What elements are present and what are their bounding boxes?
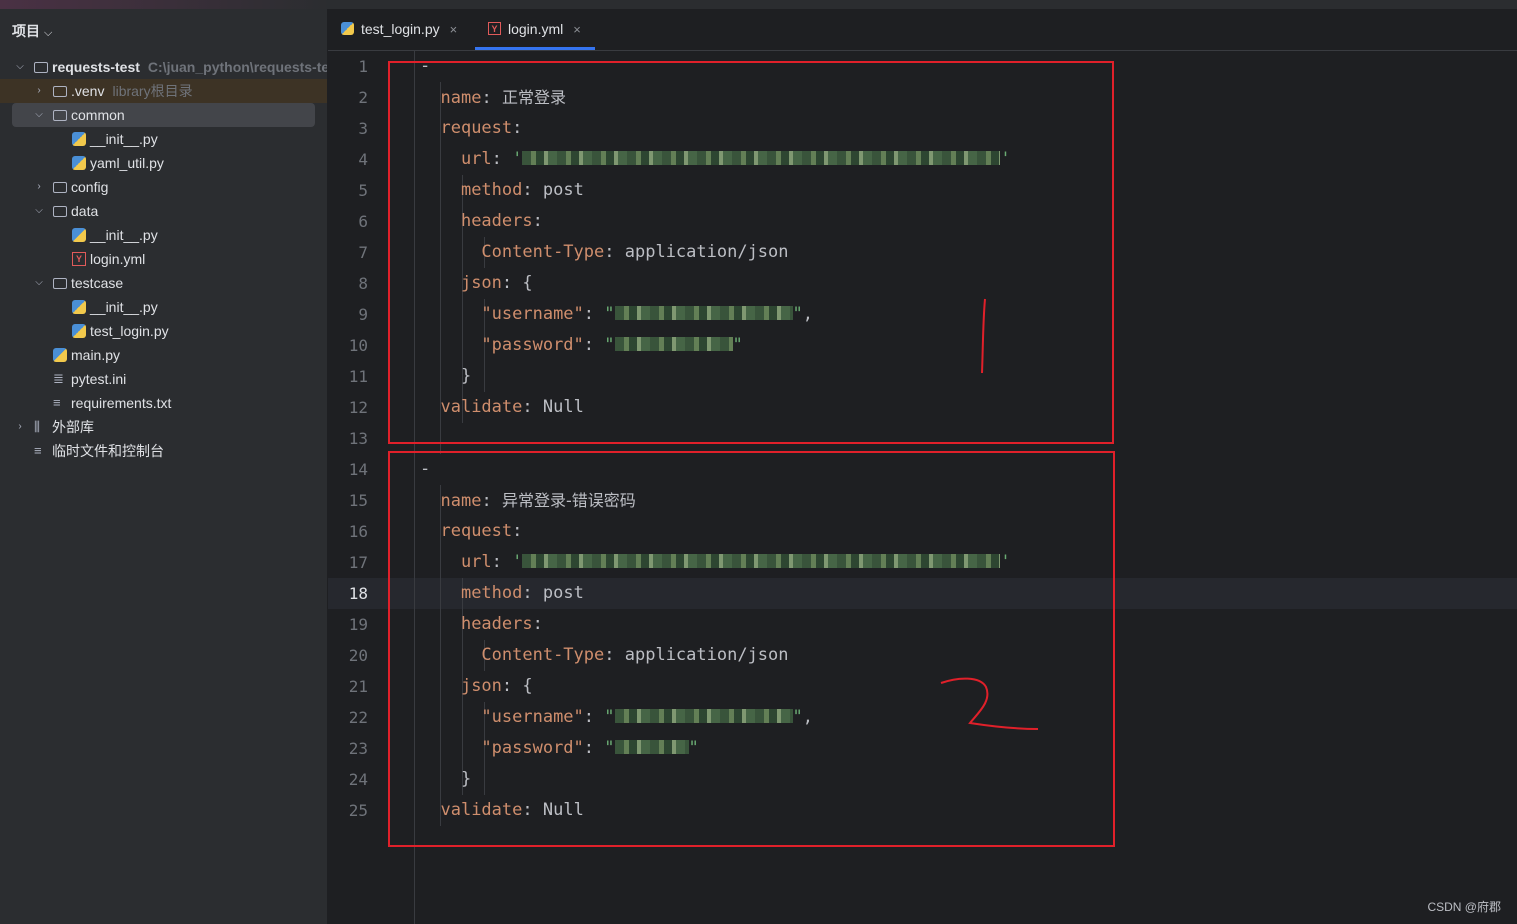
library-icon: ⫼: [34, 419, 40, 434]
settings-file-icon: ≣: [53, 371, 64, 386]
chevron-down-icon: ⌵: [44, 27, 53, 39]
tab-label: test_login.py: [361, 21, 440, 37]
close-icon[interactable]: ×: [573, 22, 581, 37]
scratches-console-icon: ≡: [34, 443, 42, 458]
folder-icon: [53, 86, 67, 97]
library-root-hint: library根目录: [112, 83, 193, 99]
project-sidebar: 项目 ⌵ ⌵ requests-test C:\juan_python\reques…: [0, 9, 328, 924]
tree-item-main[interactable]: main.py: [0, 343, 327, 367]
tree-item-label: test_login.py: [90, 323, 169, 339]
tab-label: login.yml: [508, 21, 564, 37]
tree-item-venv[interactable]: › .venv library根目录: [0, 79, 327, 103]
package-folder-icon: [53, 182, 67, 193]
tree-item-label: data: [71, 203, 99, 219]
tree-item-label: requirements.txt: [71, 395, 172, 411]
python-file-icon: [72, 228, 86, 242]
close-icon[interactable]: ×: [450, 22, 458, 37]
tree-item-label: config: [71, 179, 109, 195]
tree-item-testcase[interactable]: ⌵ testcase: [0, 271, 327, 295]
tree-item-label: main.py: [71, 347, 121, 363]
tree-item-label: common: [71, 107, 125, 123]
tree-item-label: __init__.py: [90, 227, 158, 243]
package-folder-icon: [53, 110, 67, 121]
python-file-icon: [72, 300, 86, 314]
window-top-strip: [0, 0, 1517, 9]
folder-icon: [34, 62, 48, 73]
tree-item-external-libraries[interactable]: › ⫼ 外部库: [0, 415, 327, 439]
tree-item-data[interactable]: ⌵ data: [0, 199, 327, 223]
tree-item-yaml-util[interactable]: yaml_util.py: [0, 151, 327, 175]
tree-item-testcase-init[interactable]: __init__.py: [0, 295, 327, 319]
handwritten-annotations: [940, 298, 1039, 730]
project-title: 项目: [12, 23, 40, 39]
python-file-icon: [72, 324, 86, 338]
chevron-down-icon[interactable]: ⌵: [33, 271, 45, 295]
tree-item-common[interactable]: ⌵ common: [12, 103, 315, 127]
tree-item-requests-test[interactable]: ⌵ requests-test C:\juan_python\requests-t…: [0, 55, 327, 79]
tree-item-common-init[interactable]: __init__.py: [0, 127, 327, 151]
tree-item-requirements[interactable]: ≡ requirements.txt: [0, 391, 327, 415]
python-file-icon: [341, 22, 354, 36]
python-file-icon: [72, 156, 86, 170]
tree-item-label: requests-test: [52, 59, 140, 75]
tree-item-scratches[interactable]: ≡ 临时文件和控制台: [0, 439, 327, 463]
chevron-down-icon[interactable]: ⌵: [14, 55, 26, 79]
tree-item-login-yml[interactable]: Y login.yml: [0, 247, 327, 271]
tree-item-label: 外部库: [52, 419, 94, 435]
chevron-right-icon[interactable]: ›: [14, 415, 26, 439]
yaml-file-icon: Y: [72, 252, 86, 266]
tree-item-label: __init__.py: [90, 131, 158, 147]
tree-item-test-login[interactable]: test_login.py: [0, 319, 327, 343]
chevron-right-icon[interactable]: ›: [33, 175, 45, 199]
tree-item-label: __init__.py: [90, 299, 158, 315]
python-file-icon: [53, 348, 67, 362]
handwritten-number-1: [981, 298, 986, 374]
chevron-down-icon[interactable]: ⌵: [33, 103, 45, 127]
text-file-icon: ≡: [53, 395, 61, 410]
package-folder-icon: [53, 278, 67, 289]
tree-item-label: login.yml: [90, 251, 146, 267]
tree-item-label: .venv: [71, 83, 105, 99]
python-file-icon: [72, 132, 86, 146]
tree-item-config[interactable]: › config: [0, 175, 327, 199]
editor-tab-bar: test_login.py × Ylogin.yml ×: [328, 9, 1517, 51]
chevron-down-icon[interactable]: ⌵: [33, 199, 45, 223]
tree-item-label: pytest.ini: [71, 371, 127, 387]
package-folder-icon: [53, 206, 67, 217]
tab-login-yml[interactable]: Ylogin.yml ×: [475, 9, 595, 50]
yaml-file-icon: Y: [488, 22, 501, 36]
tree-item-label: 临时文件和控制台: [52, 443, 164, 459]
code-editor[interactable]: 1- 2 name: 正常登录 3 request: 4 url: ' ' 5 m…: [328, 51, 1517, 924]
tab-test-login-py[interactable]: test_login.py ×: [341, 9, 457, 50]
watermark: CSDN @府郡: [1427, 900, 1501, 914]
project-path: C:\juan_python\requests-test: [147, 59, 327, 75]
tree-item-label: testcase: [71, 275, 124, 291]
tree-item-label: yaml_util.py: [90, 155, 164, 171]
tree-item-data-init[interactable]: __init__.py: [0, 223, 327, 247]
project-header[interactable]: 项目 ⌵: [12, 21, 52, 41]
chevron-right-icon[interactable]: ›: [33, 79, 45, 103]
handwritten-number-2: [940, 677, 1039, 730]
tree-item-pytest-ini[interactable]: ≣ pytest.ini: [0, 367, 327, 391]
